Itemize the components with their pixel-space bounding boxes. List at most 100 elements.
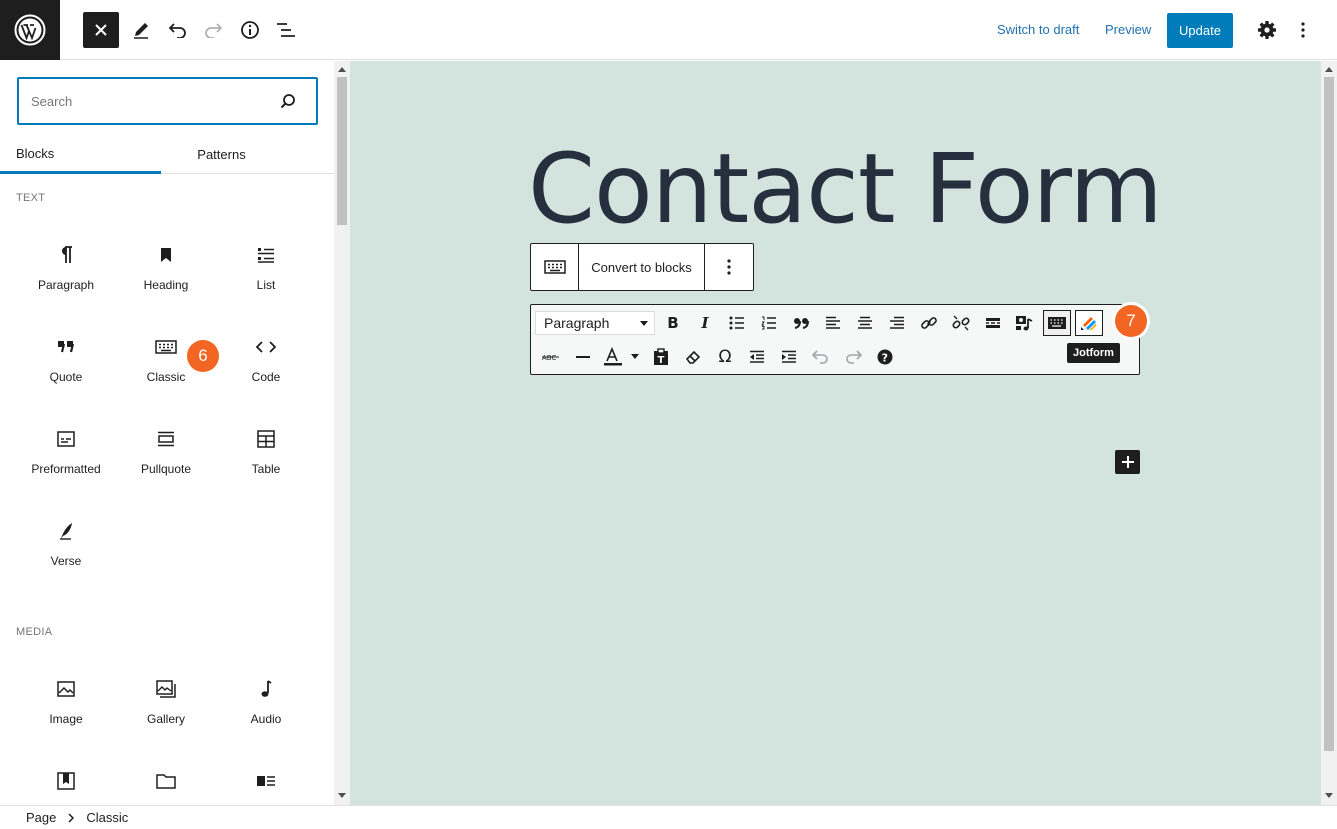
convert-to-blocks-button[interactable]: Convert to blocks	[579, 244, 705, 290]
list-view-icon	[277, 23, 295, 37]
block-heading[interactable]: Heading	[116, 242, 216, 334]
numbered-list-button[interactable]	[753, 308, 785, 338]
horizontal-line-button[interactable]	[567, 342, 599, 372]
align-center-button[interactable]	[849, 308, 881, 338]
add-block-button[interactable]	[1115, 450, 1140, 474]
jotform-button[interactable]	[1075, 310, 1103, 336]
bold-icon: B	[667, 314, 679, 332]
details-button[interactable]	[232, 12, 268, 48]
blockquote-button[interactable]	[785, 308, 817, 338]
preview-button[interactable]: Preview	[1105, 22, 1151, 37]
scroll-up-arrow[interactable]	[338, 67, 346, 72]
add-media-button[interactable]	[1009, 308, 1041, 338]
text-color-icon	[604, 347, 639, 366]
close-inserter-button[interactable]	[83, 12, 119, 48]
wordpress-logo-button[interactable]	[0, 0, 60, 60]
format-select[interactable]: Paragraph	[535, 311, 655, 335]
search-box[interactable]	[17, 77, 318, 125]
keyboard-icon	[1048, 317, 1066, 329]
list-view-button[interactable]	[268, 12, 304, 48]
music-note-icon	[260, 676, 272, 702]
eraser-icon	[685, 350, 701, 364]
inserter-scrollbar[interactable]	[334, 61, 350, 805]
breadcrumb-item-page[interactable]: Page	[26, 810, 56, 825]
block-code[interactable]: Code	[216, 334, 316, 426]
block-file[interactable]	[116, 768, 216, 805]
clear-formatting-button[interactable]	[677, 342, 709, 372]
block-label: List	[256, 278, 276, 292]
block-gallery[interactable]: Gallery	[116, 676, 216, 768]
category-text-label: TEXT	[16, 192, 46, 204]
keyboard-shortcuts-button[interactable]: ?	[869, 342, 901, 372]
redo-button[interactable]	[195, 12, 231, 48]
scrollbar-thumb[interactable]	[337, 77, 347, 225]
block-image[interactable]: Image	[16, 676, 116, 768]
quote-icon	[57, 334, 75, 360]
classic-redo-button[interactable]	[837, 342, 869, 372]
toolbar-toggle-button[interactable]	[1043, 310, 1071, 336]
classic-editor-toolbar: Paragraph B I T Ω ?	[530, 304, 1140, 375]
italic-icon: I	[701, 314, 709, 332]
block-cover[interactable]	[16, 768, 116, 805]
undo-icon	[812, 350, 828, 364]
folder-icon	[156, 768, 176, 794]
block-quote[interactable]: Quote	[16, 334, 116, 426]
italic-button[interactable]: I	[689, 308, 721, 338]
block-media-text[interactable]	[216, 768, 316, 805]
bold-button[interactable]: B	[657, 308, 689, 338]
switch-to-draft-button[interactable]: Switch to draft	[997, 22, 1079, 37]
block-paragraph[interactable]: Paragraph	[16, 242, 116, 334]
decrease-indent-button[interactable]	[741, 342, 773, 372]
tools-button[interactable]	[123, 12, 159, 48]
pullquote-icon	[157, 426, 175, 452]
undo-button[interactable]	[160, 12, 196, 48]
breadcrumb-item-classic[interactable]: Classic	[86, 810, 128, 825]
canvas-scrollbar[interactable]	[1321, 61, 1337, 805]
scrollbar-thumb[interactable]	[1324, 77, 1334, 751]
block-options-button[interactable]	[705, 244, 753, 290]
text-color-button[interactable]	[599, 342, 645, 372]
bookmark-icon	[160, 242, 172, 268]
update-button[interactable]: Update	[1167, 13, 1233, 48]
classic-undo-button[interactable]	[805, 342, 837, 372]
block-verse[interactable]: Verse	[16, 518, 116, 610]
block-inserter-panel: Blocks Patterns TEXT Paragraph Heading L…	[0, 61, 350, 805]
block-table[interactable]: Table	[216, 426, 316, 518]
scroll-down-arrow[interactable]	[338, 793, 346, 798]
special-character-button[interactable]: Ω	[709, 342, 741, 372]
omega-icon: Ω	[718, 347, 732, 367]
increase-indent-button[interactable]	[773, 342, 805, 372]
strikethrough-button[interactable]: ABC	[535, 342, 567, 372]
scroll-down-arrow[interactable]	[1325, 793, 1333, 798]
preformatted-icon	[57, 426, 75, 452]
align-right-button[interactable]	[881, 308, 913, 338]
block-audio[interactable]: Audio	[216, 676, 316, 768]
block-type-button[interactable]	[531, 244, 579, 290]
bulleted-list-icon	[729, 316, 744, 330]
block-label: Quote	[49, 370, 83, 384]
insert-link-button[interactable]	[913, 308, 945, 338]
read-more-button[interactable]	[977, 308, 1009, 338]
align-left-button[interactable]	[817, 308, 849, 338]
paste-as-text-button[interactable]: T	[645, 342, 677, 372]
search-input[interactable]	[31, 79, 271, 123]
block-list[interactable]: List	[216, 242, 316, 334]
bulleted-list-button[interactable]	[721, 308, 753, 338]
redo-icon	[205, 23, 223, 38]
svg-text:?: ?	[882, 352, 888, 365]
page-title[interactable]: Contact Form	[528, 141, 1163, 237]
options-button[interactable]	[1285, 12, 1321, 48]
block-pullquote[interactable]: Pullquote	[116, 426, 216, 518]
editor-canvas: Contact Form Convert to blocks Paragraph…	[350, 61, 1321, 805]
unlink-icon	[952, 315, 970, 331]
scroll-up-arrow[interactable]	[1325, 67, 1333, 72]
remove-link-button[interactable]	[945, 308, 977, 338]
tab-blocks[interactable]: Blocks	[0, 135, 161, 174]
settings-button[interactable]	[1249, 12, 1285, 48]
read-more-icon	[986, 318, 1000, 328]
tab-patterns[interactable]: Patterns	[161, 135, 322, 174]
info-icon	[241, 21, 259, 39]
list-icon	[257, 242, 275, 268]
block-preformatted[interactable]: Preformatted	[16, 426, 116, 518]
block-label: Code	[251, 370, 281, 384]
